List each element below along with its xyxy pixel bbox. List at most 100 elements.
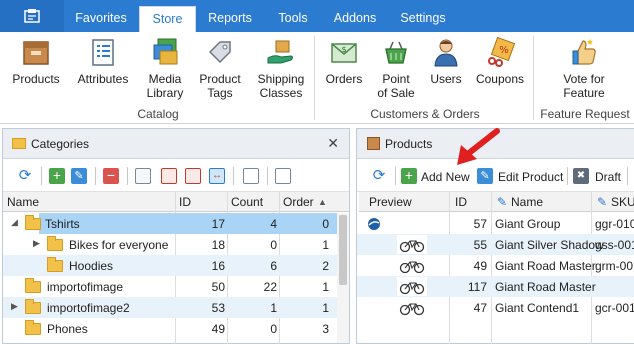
bike-thumbnail [397,235,427,254]
giant-logo-icon [368,218,380,230]
fit-columns-icon[interactable]: ↔ [209,168,225,184]
category-count: 0 [270,322,277,336]
product-row[interactable]: 49 Giant Road Master grm-001 [357,255,634,276]
products-label: Products [12,72,60,86]
product-row[interactable]: 57 Giant Group ggr-010 [357,213,634,234]
category-count: 4 [270,217,277,231]
column-header-id[interactable]: ID [455,195,467,209]
category-order: 1 [322,301,329,315]
app-menu-button[interactable] [0,0,64,32]
column-header-preview[interactable]: Preview [369,195,412,209]
toolbar-separator [267,167,268,185]
attributes-button[interactable]: Attributes [72,36,134,86]
column-header-name[interactable]: Name [7,195,39,209]
tab-favorites[interactable]: Favorites [64,6,138,32]
category-row[interactable]: importofimage 50 22 1 [3,276,349,297]
tab-settings[interactable]: Settings [388,6,458,32]
category-id: 50 [211,280,225,294]
media-library-button[interactable]: Media Library [140,36,190,100]
add-icon: + [401,168,417,184]
expand-all-icon[interactable] [243,168,259,184]
bike-thumbnail [397,298,427,317]
orders-label: Orders [325,72,363,86]
close-icon[interactable]: ✕ [327,135,339,152]
ribbon-tab-bar: Favorites Store Reports Tools Addons Set… [0,0,634,32]
bike-thumbnail [397,256,427,275]
folder-icon [12,138,26,149]
scrollbar-thumb[interactable] [339,215,347,285]
svg-text:$: $ [341,45,346,54]
folder-icon [47,236,63,251]
orders-button[interactable]: $ Orders [322,36,366,86]
group-label-catalog: Catalog [137,107,179,121]
tag-icon [208,41,231,64]
product-sku: grm-001 [595,259,634,273]
ribbon-separator [314,36,315,120]
product-tags-button[interactable]: Product Tags [194,36,246,100]
category-row[interactable]: ▶ importofimage2 53 1 1 [3,297,349,318]
edit-icon: ✎ [477,168,493,184]
coupons-button[interactable]: % Coupons [472,36,528,86]
category-row[interactable]: Phones 49 0 3 [3,318,349,339]
select-columns-icon[interactable] [135,168,151,184]
column-header-count[interactable]: Count [231,195,263,209]
column-header-order[interactable]: Order [283,195,314,209]
products-button[interactable]: Products [8,36,64,86]
folder-icon [25,299,41,314]
tab-tools[interactable]: Tools [264,6,322,32]
collapse-arrow-icon[interactable]: ◢ [11,217,18,228]
refresh-icon[interactable]: ⟳ [17,168,33,184]
vote-for-feature-button[interactable]: Vote for Feature [548,36,620,100]
product-row[interactable]: 47 Giant Contend1 gcr-001 [357,297,634,318]
category-name: importofimage2 [47,301,130,315]
column-header-id[interactable]: ID [179,195,191,209]
sort-asc-icon: ▲ [318,197,327,207]
move-down-icon[interactable] [185,168,201,184]
category-row[interactable]: ▶ Bikes for everyone 18 0 1 [3,234,349,255]
shipping-hand-icon [267,40,293,64]
category-name: Bikes for everyone [69,238,169,252]
vote-feature-label-1: Vote for [563,72,605,86]
column-header-name[interactable]: Name [511,195,543,209]
category-row[interactable]: Hoodies 16 6 2 [3,255,349,276]
bicycle-icon [399,281,425,294]
expand-arrow-icon[interactable]: ▶ [11,301,18,312]
shipping-classes-button[interactable]: Shipping Classes [252,36,310,100]
toolbar-separator [127,167,128,185]
add-category-icon[interactable]: + [49,168,65,184]
folder-icon [25,320,41,335]
product-sku: gss-001 [595,238,634,252]
user-icon [434,39,458,67]
collapse-all-icon[interactable] [275,168,291,184]
product-id: 57 [473,217,487,231]
column-header-sku[interactable]: SKU [611,195,634,209]
folder-icon [25,278,41,293]
product-row[interactable]: 55 Giant Silver Shadow gss-001 [357,234,634,255]
product-box-icon [23,41,49,65]
users-label: Users [430,72,462,86]
categories-title: Categories [31,137,90,151]
toolbar-separator [95,167,96,185]
category-id: 18 [211,238,225,252]
move-up-icon[interactable] [161,168,177,184]
category-order: 0 [322,217,329,231]
category-count: 1 [270,301,277,315]
group-label-customers-orders: Customers & Orders [370,107,480,121]
tab-reports[interactable]: Reports [198,6,262,32]
product-id: 49 [473,259,487,273]
product-row[interactable]: 117 Giant Road Master [357,276,634,297]
category-row[interactable]: ◢ Tshirts 17 4 0 [3,213,349,234]
edit-category-icon[interactable]: ✎ [71,168,87,184]
toolbar-separator [627,167,628,185]
expand-arrow-icon[interactable]: ▶ [33,238,40,249]
users-button[interactable]: Users [426,36,466,86]
refresh-icon[interactable]: ⟳ [371,168,387,184]
tab-addons[interactable]: Addons [324,6,386,32]
delete-category-icon[interactable]: − [103,168,119,184]
product-tags-label-1: Product [199,72,241,86]
tab-store[interactable]: Store [139,6,196,32]
attributes-label: Attributes [77,72,129,86]
product-name: Giant Silver Shadow [495,238,604,252]
point-of-sale-button[interactable]: Point of Sale [372,36,420,100]
vertical-scrollbar[interactable] [337,213,349,343]
